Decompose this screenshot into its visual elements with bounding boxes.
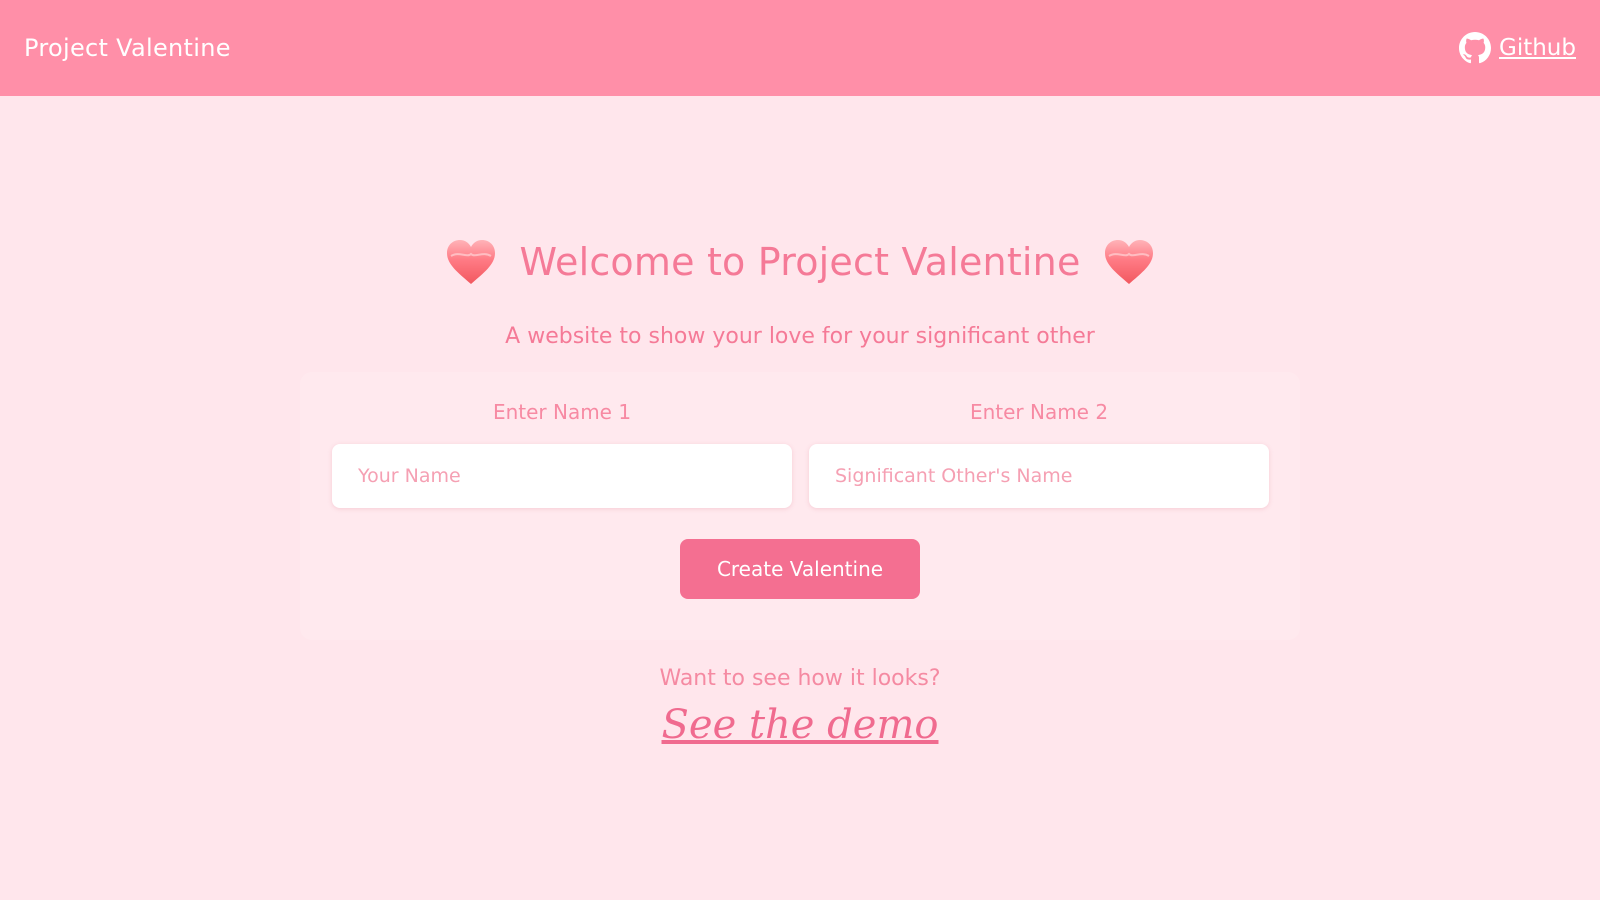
page-subtitle: A website to show your love for your sig… xyxy=(505,324,1095,349)
heart-icon xyxy=(1103,238,1155,286)
name2-label: Enter Name 2 xyxy=(969,400,1109,424)
name1-label: Enter Name 1 xyxy=(492,400,632,424)
page-title: Welcome to Project Valentine xyxy=(519,240,1081,284)
create-valentine-button[interactable]: Create Valentine xyxy=(680,539,920,599)
heart-icon xyxy=(445,238,497,286)
hero-title-row: Welcome to Project Valentine xyxy=(0,238,1600,286)
github-link-label: Github xyxy=(1499,35,1576,61)
github-icon xyxy=(1459,32,1491,64)
brand-title[interactable]: Project Valentine xyxy=(24,34,231,62)
name2-input[interactable] xyxy=(809,444,1269,508)
name1-input[interactable] xyxy=(332,444,792,508)
see-demo-link[interactable]: See the demo xyxy=(0,702,1600,748)
demo-question: Want to see how it looks? xyxy=(659,666,941,691)
github-link[interactable]: Github xyxy=(1459,32,1576,64)
top-navbar: Project Valentine Github xyxy=(0,0,1600,96)
